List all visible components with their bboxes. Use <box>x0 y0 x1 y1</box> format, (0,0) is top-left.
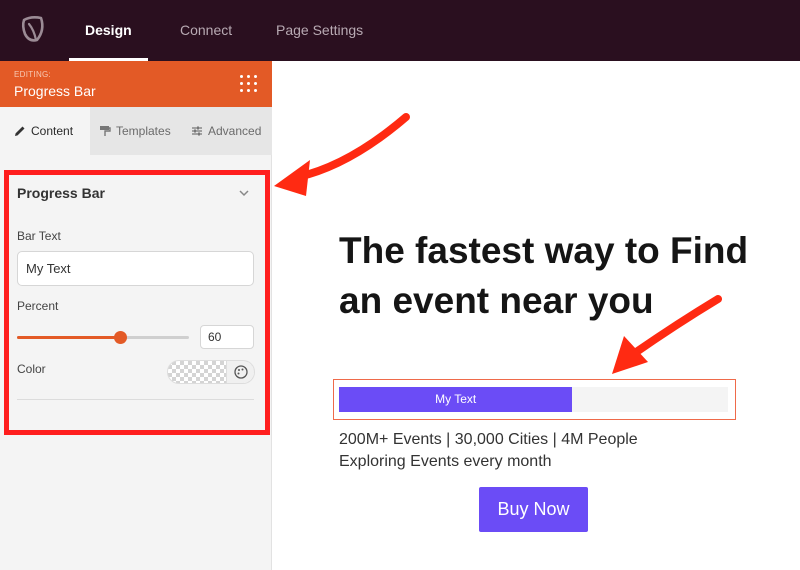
section-divider <box>17 399 254 400</box>
stats-line-2: Exploring Events every month <box>339 453 552 470</box>
top-bar: Design Connect Page Settings <box>0 0 800 61</box>
editor-tabs: Content Templates Advanced <box>0 107 272 155</box>
tab-content-label: Content <box>31 124 74 138</box>
editing-title: Progress Bar <box>14 83 96 99</box>
logo-icon[interactable] <box>19 14 49 46</box>
color-label: Color <box>17 362 46 376</box>
tab-content[interactable]: Content <box>0 107 90 155</box>
editor-sidebar: EDITING: Progress Bar Content Templates … <box>0 61 272 570</box>
progress-bar-fill: My Text <box>339 387 573 412</box>
pencil-icon <box>15 126 25 136</box>
tab-templates-label: Templates <box>116 124 171 138</box>
percent-label: Percent <box>17 299 59 313</box>
percent-slider[interactable] <box>17 331 189 344</box>
color-picker[interactable] <box>167 360 255 384</box>
editing-header: EDITING: Progress Bar <box>0 61 272 107</box>
stats-text: 200M+ Events | 30,000 Cities | 4M People… <box>339 429 739 473</box>
tab-advanced-label: Advanced <box>208 124 262 138</box>
percent-input[interactable]: 60 <box>200 325 254 349</box>
percent-slider-fill <box>17 336 121 339</box>
tab-advanced[interactable]: Advanced <box>191 107 261 155</box>
percent-slider-thumb[interactable] <box>114 331 128 344</box>
tab-templates[interactable]: Templates <box>99 107 171 155</box>
editing-label: EDITING: <box>14 70 52 79</box>
tab-page-settings[interactable]: Page Settings <box>276 0 363 61</box>
progress-bar[interactable]: My Text <box>339 387 728 412</box>
color-picker-button[interactable] <box>226 361 254 383</box>
paint-roller-icon <box>100 126 111 136</box>
palette-icon <box>234 365 248 379</box>
tab-design[interactable]: Design <box>69 0 148 61</box>
drag-handle-icon[interactable] <box>240 75 258 93</box>
progress-bar-settings-panel: Progress Bar Bar Text My Text Percent 60… <box>4 170 270 435</box>
bar-text-label: Bar Text <box>17 229 61 243</box>
stats-line-1: 200M+ Events | 30,000 Cities | 4M People <box>339 431 638 448</box>
hero-headline: The fastest way to Find an event near yo… <box>339 230 749 321</box>
buy-now-button[interactable]: Buy Now <box>479 487 588 532</box>
chevron-down-icon[interactable] <box>239 188 249 198</box>
sliders-icon <box>192 126 202 136</box>
tab-connect[interactable]: Connect <box>180 0 232 61</box>
bar-text-input[interactable]: My Text <box>17 251 254 286</box>
section-title: Progress Bar <box>17 185 105 201</box>
